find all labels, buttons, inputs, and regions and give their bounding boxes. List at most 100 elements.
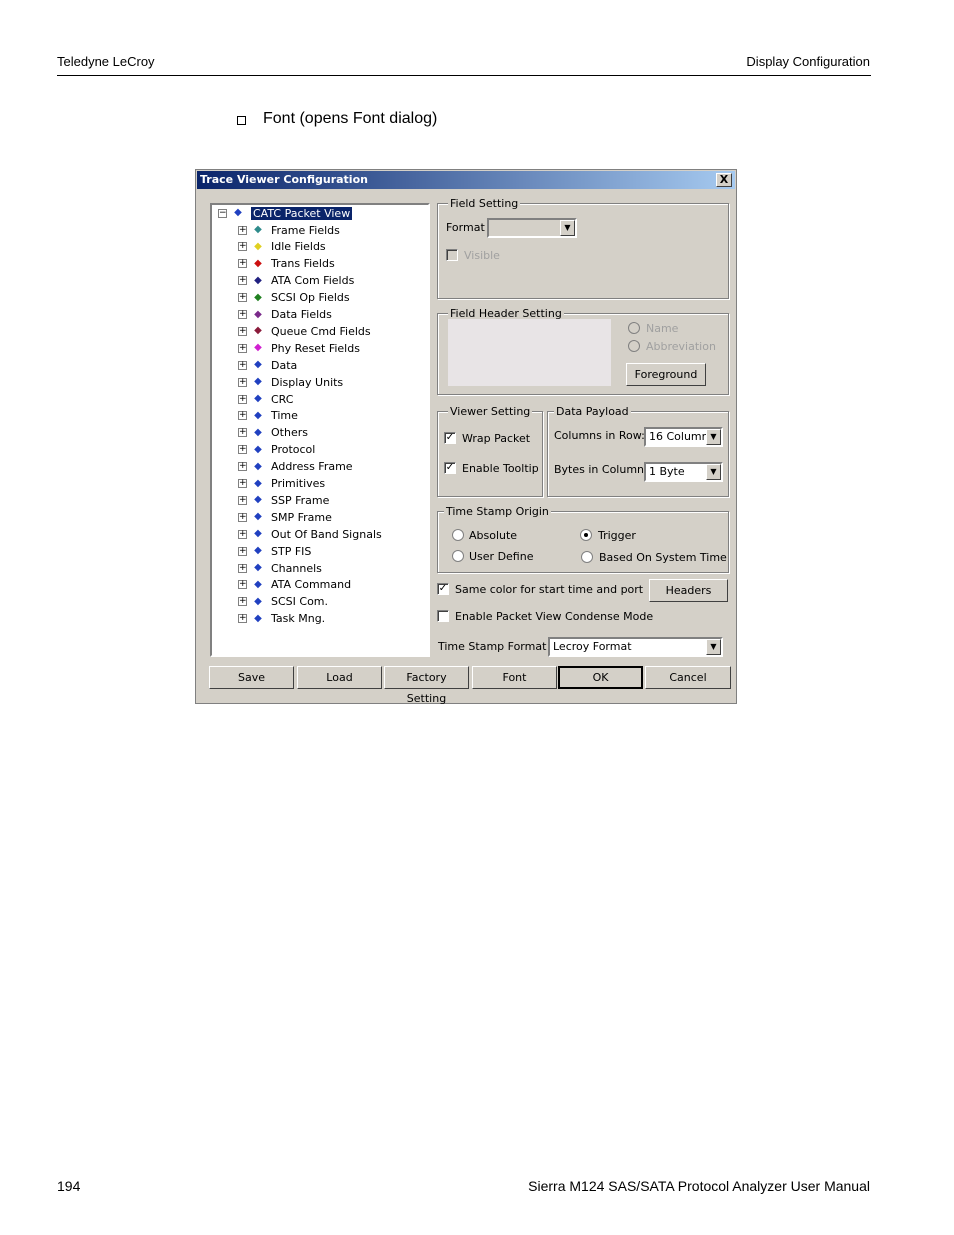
time-stamp-format-select[interactable]: Lecroy Format ▼ [548,637,723,657]
bytes-in-column-label: Bytes in Column: [554,463,648,476]
tree-item[interactable]: + ◆ CRC [238,391,293,407]
expand-icon[interactable]: + [238,360,247,370]
condense-mode-checkbox[interactable] [437,610,449,622]
user-define-radio[interactable] [452,550,464,562]
tree-item[interactable]: + ◆ SCSI Op Fields [238,290,350,306]
collapse-icon[interactable]: − [218,208,227,218]
expand-icon[interactable]: + [238,479,247,488]
bytes-in-column-select[interactable]: 1 Byte ▼ [644,462,723,482]
tree-item[interactable]: + ◆ Display Units [238,374,343,390]
tree-item[interactable]: + ◆ Trans Fields [238,256,335,272]
tree-item[interactable]: + ◆ Data [238,357,297,373]
tree-item-label: Task Mng. [271,612,326,626]
tree-item[interactable]: + ◆ ATA Com Fields [238,273,354,289]
field-icon: ◆ [254,308,262,320]
visible-checkbox[interactable] [446,249,458,261]
abbreviation-radio[interactable] [628,340,640,352]
expand-icon[interactable]: + [238,529,247,539]
absolute-label: Absolute [469,529,518,542]
field-icon: ◆ [254,477,262,489]
field-icon: ◆ [254,528,262,540]
expand-icon[interactable]: + [238,276,247,286]
field-tree[interactable]: − ◆ CATC Packet View + ◆ Frame Fields + ◆ Idl… [210,203,430,657]
expand-icon[interactable]: + [238,512,247,522]
cancel-button[interactable]: Cancel [645,666,731,689]
tree-item[interactable]: + ◆ Data Fields [238,307,332,323]
same-color-checkbox[interactable]: ✓ [437,583,449,595]
absolute-radio[interactable] [452,529,464,541]
dropdown-arrow-icon: ▼ [706,639,721,655]
expand-icon[interactable]: + [238,428,247,438]
tree-item[interactable]: + ◆ SCSI Com. [238,594,328,610]
enable-tooltips-label: Enable Tooltips [462,462,538,475]
tree-item[interactable]: + ◆ Address Frame [238,459,353,475]
tree-item[interactable]: + ◆ STP FIS [238,543,311,559]
tree-item[interactable]: + ◆ SSP Frame [238,492,329,508]
tree-item[interactable]: + ◆ Out Of Band Signals [238,526,382,542]
tree-item[interactable]: + ◆ Others [238,425,308,441]
expand-icon[interactable]: + [238,343,247,353]
tree-item[interactable]: + ◆ Idle Fields [238,239,326,255]
expand-icon[interactable]: + [238,495,247,505]
tree-item-label: Data [271,358,298,372]
page-number: 194 [57,1178,81,1194]
ok-button[interactable]: OK [558,666,643,689]
expand-icon[interactable]: + [238,377,247,387]
expand-icon[interactable]: + [238,411,247,421]
expand-icon[interactable]: + [238,597,247,607]
enable-tooltips-checkbox[interactable]: ✓ [444,462,456,474]
save-button[interactable]: Save [209,666,294,689]
field-icon: ◆ [254,393,262,404]
tree-item[interactable]: + ◆ Primitives [238,476,325,492]
tree-item-label: CRC [271,392,294,406]
columns-in-row-select[interactable]: 16 Column ▼ [644,427,723,447]
tree-root[interactable]: − ◆ CATC Packet View [218,205,353,221]
columns-in-row-label: Columns in Row: [554,429,645,442]
expand-icon[interactable]: + [238,445,247,455]
expand-icon[interactable]: + [238,614,247,624]
foreground-button[interactable]: Foreground [626,363,706,386]
tree-item[interactable]: + ◆ Protocol [238,442,315,458]
trigger-radio[interactable] [580,529,592,541]
tree-item-label: SCSI Op Fields [271,291,350,305]
close-button[interactable]: X [716,173,732,187]
tree-item[interactable]: + ◆ Time [238,408,298,424]
tree-root-label: CATC Packet View [251,206,353,220]
expand-icon[interactable]: + [238,242,247,252]
dialog-titlebar: Trace Viewer Configuration X [197,171,735,189]
field-icon: ◆ [254,291,262,303]
expand-icon[interactable]: + [238,563,247,573]
expand-icon[interactable]: + [238,310,247,319]
font-button[interactable]: Font [472,666,557,689]
based-on-system-time-radio[interactable] [581,551,593,563]
time-stamp-format-label: Time Stamp Format [438,640,547,653]
field-icon: ◆ [254,325,262,337]
tree-item[interactable]: + ◆ ATA Command [238,577,351,593]
format-label: Format [446,221,485,234]
expand-icon[interactable]: + [238,225,247,235]
dialog-title: Trace Viewer Configuration [200,173,368,186]
tree-item-label: Channels [271,561,322,575]
format-select[interactable]: ▼ [487,218,577,238]
tree-item[interactable]: + ◆ Channels [238,560,322,576]
tree-item[interactable]: + ◆ SMP Frame [238,509,332,525]
name-radio[interactable] [628,322,640,334]
tree-item-label: Data Fields [271,308,332,321]
expand-icon[interactable]: + [238,462,247,472]
tree-item-label: Frame Fields [271,223,340,237]
tree-item[interactable]: + ◆ Frame Fields [238,222,340,238]
headers-button[interactable]: Headers [649,579,728,602]
load-button[interactable]: Load [297,666,382,689]
tree-item[interactable]: + ◆ Queue Cmd Fields [238,323,371,339]
expand-icon[interactable]: + [238,259,247,269]
expand-icon[interactable]: + [238,394,247,404]
expand-icon[interactable]: + [238,293,247,303]
tree-item[interactable]: + ◆ Task Mng. [238,611,325,627]
expand-icon[interactable]: + [238,580,247,590]
factory-setting-button[interactable]: Factory Setting [384,666,469,705]
wrap-packet-checkbox[interactable]: ✓ [444,432,456,444]
tree-item[interactable]: + ◆ Phy Reset Fields [238,340,360,356]
condense-mode-label: Enable Packet View Condense Mode [455,610,654,623]
expand-icon[interactable]: + [238,546,247,556]
expand-icon[interactable]: + [238,326,247,336]
